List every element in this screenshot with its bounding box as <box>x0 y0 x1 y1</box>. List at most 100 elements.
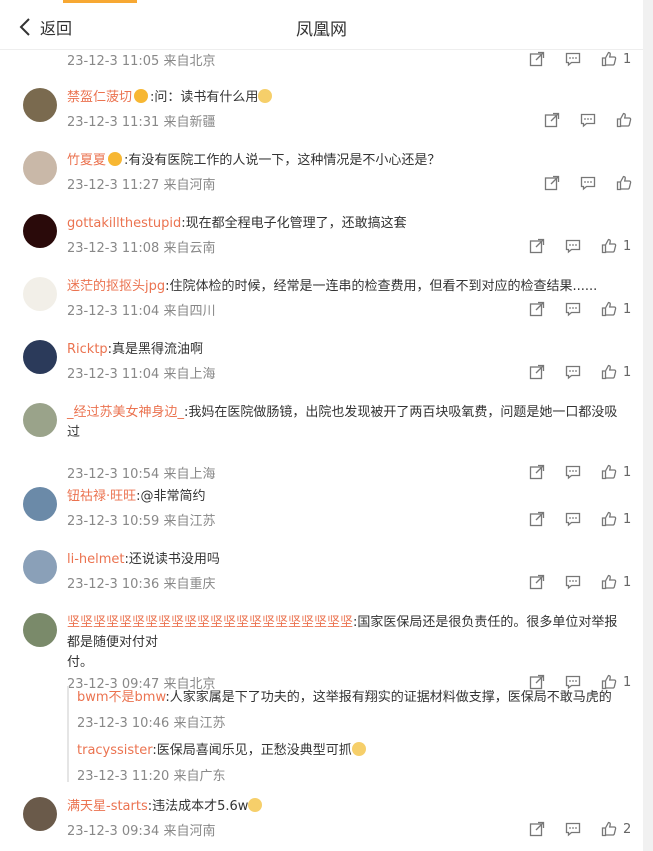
comment-text: 禁盔仁菠切 :问：读书有什么用 <box>67 88 627 108</box>
top-bar: 返回 凤凰网 <box>0 0 643 50</box>
avatar[interactable] <box>23 340 57 374</box>
comment-icon[interactable] <box>565 301 581 317</box>
comment-actions <box>544 111 632 129</box>
like-count: 1 <box>623 301 632 317</box>
comment-icon[interactable] <box>580 175 596 191</box>
comment-username[interactable]: 竹夏夏 <box>67 153 106 168</box>
comment-username[interactable]: li-helmet <box>67 552 125 567</box>
scrollbar[interactable] <box>643 0 653 851</box>
like-count: 2 <box>623 821 632 837</box>
avatar[interactable] <box>23 277 57 311</box>
share-icon[interactable] <box>529 464 545 480</box>
comment-body-cont: 付。 <box>67 655 94 670</box>
comment-username[interactable]: _经过苏美女神身边_ <box>67 405 184 420</box>
comment-text: 坚坚坚坚坚坚坚坚坚坚坚坚坚坚坚坚坚坚坚坚坚坚:国家医保局还是很负责任的。很多单位… <box>67 613 627 673</box>
comment-icon[interactable] <box>565 821 581 837</box>
like-icon[interactable] <box>601 511 617 527</box>
comment-meta: 23-12-3 11:08 来自云南 <box>67 241 216 256</box>
crown-badge-icon <box>134 89 149 103</box>
reply-username[interactable]: bwm不是bmw <box>77 690 165 705</box>
avatar[interactable] <box>23 88 57 122</box>
comment-body: :住院体检的时候，经常是一连串的检查费用，但看不到对应的检查结果...... <box>165 279 598 294</box>
comment-body-cont: 过 <box>67 425 81 440</box>
comment-actions: 1 <box>529 463 631 481</box>
comment-meta: 23-12-3 10:36 来自重庆 <box>67 577 216 592</box>
share-icon[interactable] <box>529 51 545 67</box>
comment-meta: 23-12-3 11:04 来自上海 <box>67 367 216 382</box>
avatar[interactable] <box>23 487 57 521</box>
comment-username[interactable]: 满天星-starts <box>67 799 148 814</box>
comment-actions: 1 <box>529 237 631 255</box>
avatar[interactable] <box>23 214 57 248</box>
comment-username[interactable]: 钮祜禄·旺旺 <box>67 489 136 504</box>
comment-body: :现在都全程电子化管理了，还敢搞这套 <box>181 216 407 231</box>
like-count: 1 <box>623 464 632 480</box>
comment-icon[interactable] <box>565 464 581 480</box>
like-icon[interactable] <box>616 175 632 191</box>
share-icon[interactable] <box>529 238 545 254</box>
like-icon[interactable] <box>601 574 617 590</box>
comment-meta: 23-12-3 10:54 来自上海 <box>67 467 216 482</box>
share-icon[interactable] <box>544 175 560 191</box>
like-icon[interactable] <box>601 301 617 317</box>
comment-actions: 2 <box>529 820 631 838</box>
avatar[interactable] <box>23 797 57 831</box>
emoji-icon <box>351 742 366 756</box>
crown-badge-icon <box>108 152 123 166</box>
comment-text: 竹夏夏 :有没有医院工作的人说一下，这种情况是不小心还是？ <box>67 151 627 171</box>
like-count: 1 <box>623 364 632 380</box>
share-icon[interactable] <box>529 574 545 590</box>
avatar[interactable] <box>23 151 57 185</box>
share-icon[interactable] <box>529 301 545 317</box>
avatar[interactable] <box>23 550 57 584</box>
like-count: 1 <box>623 51 632 67</box>
comment-body: :我妈在医院做肠镜，出院也发现被开了两百块吸氧费，问题是她一口都没吸 <box>184 405 618 420</box>
reply-text: bwm不是bmw:人家家属是下了功夫的，这举报有翔实的证据材料做支撑，医保局不敢… <box>77 688 632 708</box>
reply-body: :医保局喜闻乐见，正愁没典型可抓 <box>152 743 352 758</box>
avatar[interactable] <box>23 403 57 437</box>
comment-username[interactable]: 禁盔仁菠切 <box>67 90 132 105</box>
comment-body: :问：读书有什么用 <box>150 90 259 105</box>
emoji-icon <box>248 798 263 812</box>
comment-username[interactable]: 迷茫的抠抠头jpg <box>67 279 165 294</box>
comment-icon[interactable] <box>580 112 596 128</box>
comment-text: li-helmet:还说读书没用吗 <box>67 550 627 570</box>
comment-body: :真是黑得流油啊 <box>107 342 204 357</box>
avatar[interactable] <box>23 613 57 647</box>
reply-meta: 23-12-3 10:46 来自江苏 <box>77 716 226 731</box>
share-icon[interactable] <box>544 112 560 128</box>
like-count: 1 <box>623 238 632 254</box>
comment-meta: 23-12-3 11:04 来自四川 <box>67 304 216 319</box>
comment-icon[interactable] <box>565 238 581 254</box>
comment-body: :@非常简约 <box>136 489 206 504</box>
comment-actions <box>544 174 632 192</box>
like-icon[interactable] <box>601 821 617 837</box>
reply-username[interactable]: tracyssister <box>77 743 152 758</box>
share-icon[interactable] <box>529 821 545 837</box>
comment-username[interactable]: 坚坚坚坚坚坚坚坚坚坚坚坚坚坚坚坚坚坚坚坚坚坚 <box>67 615 353 630</box>
comment-username[interactable]: Ricktp <box>67 342 108 357</box>
comment-actions: 1 <box>529 50 631 68</box>
like-count: 1 <box>623 511 632 527</box>
comment-text: _经过苏美女神身边_:我妈在医院做肠镜，出院也发现被开了两百块吸氧费，问题是她一… <box>67 403 627 443</box>
comment-icon[interactable] <box>565 51 581 67</box>
comment-body: :有没有医院工作的人说一下，这种情况是不小心还是？ <box>124 153 441 168</box>
comment-icon[interactable] <box>565 364 581 380</box>
like-icon[interactable] <box>601 364 617 380</box>
like-icon[interactable] <box>601 51 617 67</box>
page-title: 凤凰网 <box>296 20 347 40</box>
comment-username[interactable]: gottakillthestupid <box>67 216 181 231</box>
comment-meta: 23-12-3 11:27 来自河南 <box>67 178 216 193</box>
comment-icon[interactable] <box>565 511 581 527</box>
comment-icon[interactable] <box>565 574 581 590</box>
like-icon[interactable] <box>616 112 632 128</box>
share-icon[interactable] <box>529 511 545 527</box>
share-icon[interactable] <box>529 364 545 380</box>
comment-text: Ricktp:真是黑得流油啊 <box>67 340 627 360</box>
comment-text: 钮祜禄·旺旺:@非常简约 <box>67 487 627 507</box>
comment-text: 迷茫的抠抠头jpg:住院体检的时候，经常是一连串的检查费用，但看不到对应的检查结… <box>67 277 627 297</box>
comment-actions: 1 <box>529 363 631 381</box>
like-icon[interactable] <box>601 464 617 480</box>
like-icon[interactable] <box>601 238 617 254</box>
comment-meta: 23-12-3 11:05 来自北京 <box>67 54 216 69</box>
